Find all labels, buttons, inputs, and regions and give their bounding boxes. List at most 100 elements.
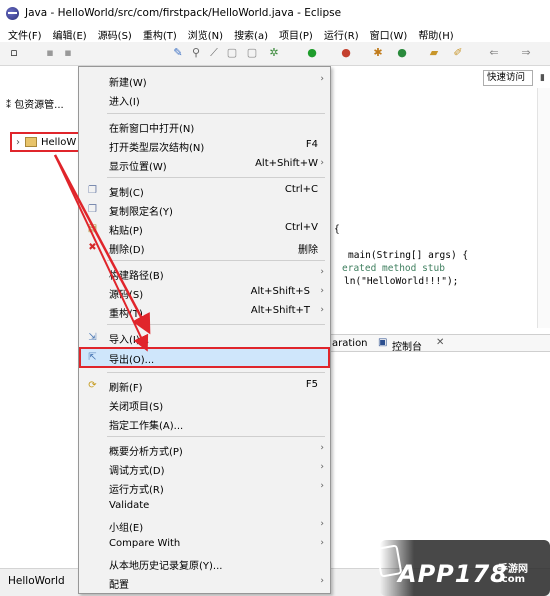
delete-icon: ✖ [88, 242, 97, 253]
menu-label: 配置 [109, 580, 129, 591]
menu-shortcut: Ctrl+V [284, 222, 318, 233]
submenu-arrow-icon: › [320, 519, 324, 529]
menu-item-open-type-hierarchy[interactable]: 打开类型层次结构(N) F4 [79, 136, 330, 155]
menu-item-configure[interactable]: 配置 › [79, 573, 330, 592]
perspective-icon[interactable]: ▮ [540, 70, 550, 86]
menu-item-source[interactable]: 源码(S) Alt+Shift+S › [79, 283, 330, 302]
brush-icon[interactable]: ⟋ [208, 47, 220, 59]
menu-item-debug-as[interactable]: 调试方式(D) › [79, 459, 330, 478]
submenu-arrow-icon: › [320, 481, 324, 491]
bug-icon[interactable]: ✲ [268, 47, 280, 59]
menu-bar: 文件(F) 编辑(E) 源码(S) 重构(T) 浏览(N) 搜索(a) 项目(P… [0, 26, 550, 42]
project-tree-item[interactable]: › HelloW [10, 132, 80, 152]
submenu-arrow-icon: › [320, 158, 324, 168]
new-icon[interactable]: ▫ [8, 47, 20, 59]
chevron-right-icon[interactable]: › [16, 137, 20, 148]
menu-item-refactor[interactable]: 重构(T) Alt+Shift+T › [79, 302, 330, 321]
tab-console[interactable]: 控制台 [392, 338, 422, 353]
menu-label: 小组(E) [109, 523, 144, 534]
menu-refactor[interactable]: 重构(T) [143, 27, 177, 42]
menu-item-copy[interactable]: ❐ 复制(C) Ctrl+C [79, 181, 330, 200]
new-class-icon[interactable]: ● [396, 47, 408, 59]
tab-label: 包资源管... [14, 100, 64, 111]
new-java-icon[interactable]: ✱ [372, 47, 384, 59]
menu-label: 源码(S) [109, 290, 144, 301]
menu-item-assign-working-sets[interactable]: 指定工作集(A)... [79, 414, 330, 433]
menu-item-open-new-window[interactable]: 在新窗口中打开(N) [79, 117, 330, 136]
import-icon: ⇲ [88, 332, 97, 343]
menu-search[interactable]: 搜索(a) [234, 27, 268, 42]
menu-separator [107, 436, 325, 437]
menu-help[interactable]: 帮助(H) [418, 27, 453, 42]
menu-label: 构建路径(B) [109, 271, 164, 282]
code-line: erated method stub [342, 263, 445, 274]
menu-separator [107, 260, 325, 261]
submenu-arrow-icon: › [320, 576, 324, 586]
menu-item-validate[interactable]: Validate [79, 497, 330, 516]
menu-label: Compare With [109, 538, 181, 549]
submenu-arrow-icon: › [320, 267, 324, 277]
square2-icon[interactable]: ▢ [246, 47, 258, 59]
bottom-tab-bar: aration ▣ 控制台 ✕ [330, 334, 550, 353]
menu-run[interactable]: 运行(R) [324, 27, 359, 42]
package-explorer-icon: ⁑ [6, 100, 15, 111]
submenu-arrow-icon: › [320, 538, 324, 548]
close-icon[interactable]: ✕ [436, 337, 444, 348]
submenu-arrow-icon: › [320, 305, 324, 315]
status-text: HelloWorld [8, 575, 65, 587]
menu-item-team[interactable]: 小组(E) › [79, 516, 330, 535]
menu-item-run-as[interactable]: 运行方式(R) › [79, 478, 330, 497]
pencil-icon[interactable]: ✐ [452, 47, 464, 59]
menu-item-import[interactable]: ⇲ 导入(I)... [79, 328, 330, 347]
square-icon[interactable]: ▢ [226, 47, 238, 59]
menu-item-export[interactable]: ⇱ 导出(O)... [79, 347, 330, 368]
menu-separator [107, 324, 325, 325]
menu-edit[interactable]: 编辑(E) [53, 27, 87, 42]
save-icon[interactable]: ▪ [44, 47, 56, 59]
save-all-icon[interactable]: ▪ [62, 47, 74, 59]
menu-item-compare-with[interactable]: Compare With › [79, 535, 330, 554]
nav-back-icon[interactable]: ⇐ [488, 47, 500, 59]
menu-label: 复制(C) [109, 188, 144, 199]
menu-shortcut: F4 [305, 139, 318, 150]
package-explorer-tab[interactable]: ⁑ 包资源管... [6, 96, 64, 111]
menu-item-go-into[interactable]: 进入(I) [79, 90, 330, 109]
menu-item-close-project[interactable]: 关闭项目(S) [79, 395, 330, 414]
menu-item-profile-as[interactable]: 概要分析方式(P) › [79, 440, 330, 459]
nav-forward-icon[interactable]: ⇒ [520, 47, 532, 59]
menu-item-build-path[interactable]: 构建路径(B) › [79, 264, 330, 283]
context-menu: 新建(W) › 进入(I) 在新窗口中打开(N) 打开类型层次结构(N) F4 显示… [78, 66, 331, 594]
menu-item-paste[interactable]: ▤ 粘贴(P) Ctrl+V [79, 219, 330, 238]
menu-window[interactable]: 窗口(W) [370, 27, 408, 42]
quick-access-input[interactable]: 快速访问 [483, 70, 533, 86]
menu-source[interactable]: 源码(S) [98, 27, 132, 42]
open-folder-icon[interactable]: ▰ [428, 47, 440, 59]
window-title: Java - HelloWorld/src/com/firstpack/Hell… [25, 7, 342, 19]
menu-item-refresh[interactable]: ⟳ 刷新(F) F5 [79, 376, 330, 395]
watermark-sub: 手游网 [498, 564, 528, 575]
watermark-domain: .com [498, 574, 526, 585]
menu-file[interactable]: 文件(F) [8, 27, 42, 42]
menu-project[interactable]: 项目(P) [279, 27, 313, 42]
menu-item-restore-local-history[interactable]: 从本地历史记录复原(Y)... [79, 554, 330, 573]
project-folder-icon [25, 137, 37, 147]
menu-label: Validate [109, 500, 150, 511]
tab-declaration[interactable]: aration [332, 338, 368, 349]
menu-item-new[interactable]: 新建(W) › [79, 71, 330, 90]
pin-icon[interactable]: ⚲ [190, 47, 202, 59]
menu-navigate[interactable]: 浏览(N) [188, 27, 223, 42]
menu-label: 指定工作集(A)... [109, 421, 184, 432]
submenu-arrow-icon: › [320, 443, 324, 453]
menu-label: 从本地历史记录复原(Y)... [109, 561, 223, 572]
menu-item-delete[interactable]: ✖ 删除(D) 删除 [79, 238, 330, 257]
debug-icon[interactable]: ✎ [172, 47, 184, 59]
external-tools-icon[interactable]: ● [340, 47, 352, 59]
toolbar: ▫ ▪ ▪ ✎ ⚲ ⟋ ▢ ▢ ✲ ● ● ✱ ● ▰ ✐ ⇐ ⇒ [0, 42, 550, 66]
menu-item-show-in[interactable]: 显示位置(W) Alt+Shift+W › [79, 155, 330, 174]
code-editor[interactable]: { main(String[] args) { erated method st… [330, 88, 550, 328]
menu-label: 新建(W) [109, 78, 147, 89]
run-icon[interactable]: ● [306, 47, 318, 59]
title-bar: Java - HelloWorld/src/com/firstpack/Hell… [0, 0, 550, 26]
menu-item-copy-qualified-name[interactable]: ❐ 复制限定名(Y) [79, 200, 330, 219]
menu-shortcut: F5 [305, 379, 318, 390]
